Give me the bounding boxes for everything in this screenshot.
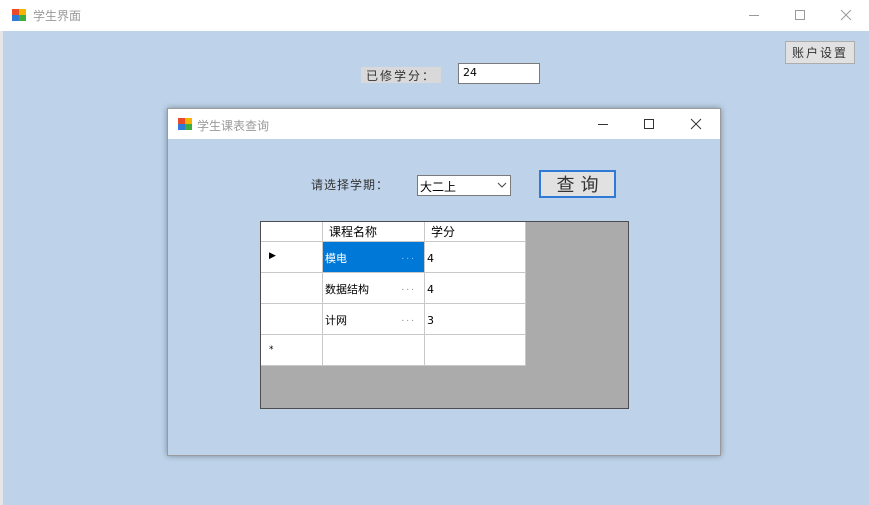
table-cell-credit[interactable]: 3: [425, 304, 526, 335]
course-name: 计网: [325, 314, 347, 327]
row-header[interactable]: *: [261, 335, 323, 366]
dialog-title: 学生课表查询: [197, 119, 270, 133]
dialog-client-area: 请选择学期： 大二上 查询 课程名称 学分 ▶ 模电 ... 4 数据结构 ..…: [168, 139, 720, 455]
course-grid[interactable]: 课程名称 学分 ▶ 模电 ... 4 数据结构 ... 4 计网 ... 3 *: [260, 221, 629, 409]
course-name: 数据结构: [325, 283, 369, 296]
table-cell-credit[interactable]: 4: [425, 273, 526, 304]
grid-corner-header[interactable]: [261, 222, 323, 242]
semester-select[interactable]: 大二上: [417, 175, 511, 196]
minimize-icon: [749, 15, 759, 16]
dialog-close-button[interactable]: [673, 109, 719, 139]
dialog-minimize-button[interactable]: [580, 109, 626, 139]
app-icon: [12, 9, 26, 21]
grid-column-header-name[interactable]: 课程名称: [323, 222, 425, 242]
maximize-icon: [644, 119, 654, 129]
ellipsis-icon: ...: [401, 252, 416, 262]
course-schedule-dialog: 学生课表查询 请选择学期： 大二上 查询 课程名称 学分 ▶ 模电 ... 4 …: [167, 108, 721, 456]
credits-label: 已修学分：: [361, 67, 441, 83]
new-row-marker-icon: *: [269, 345, 274, 355]
close-icon: [690, 118, 702, 130]
table-cell-credit-new[interactable]: [425, 335, 526, 366]
semester-select-value: 大二上: [420, 180, 457, 194]
main-minimize-button[interactable]: [731, 0, 777, 30]
table-cell-credit[interactable]: 4: [425, 242, 526, 273]
dialog-maximize-button[interactable]: [626, 109, 672, 139]
main-title-bar[interactable]: 学生界面: [0, 0, 869, 31]
row-header[interactable]: ▶: [261, 242, 323, 273]
ellipsis-icon: ...: [401, 314, 416, 324]
close-icon: [840, 9, 852, 21]
main-window: 学生界面 账户设置 已修学分： 24 学生课表查询 请选择学期： 大二上 查询 …: [0, 0, 869, 505]
table-cell-course-name[interactable]: 模电 ...: [323, 242, 425, 273]
main-window-title: 学生界面: [33, 9, 82, 23]
maximize-icon: [795, 10, 805, 20]
dialog-title-bar[interactable]: 学生课表查询: [168, 109, 720, 139]
minimize-icon: [598, 124, 608, 125]
credits-field[interactable]: 24: [458, 63, 540, 84]
account-settings-button[interactable]: 账户设置: [785, 41, 855, 64]
table-cell-course-name[interactable]: 计网 ...: [323, 304, 425, 335]
table-cell-course-name-new[interactable]: [323, 335, 425, 366]
course-name: 模电: [325, 252, 347, 265]
row-header[interactable]: [261, 304, 323, 335]
main-close-button[interactable]: [823, 0, 869, 30]
dialog-app-icon: [178, 118, 192, 130]
row-header[interactable]: [261, 273, 323, 304]
table-cell-course-name[interactable]: 数据结构 ...: [323, 273, 425, 304]
current-row-marker-icon: ▶: [269, 251, 276, 261]
query-button[interactable]: 查询: [539, 170, 616, 198]
chevron-down-icon: [497, 182, 507, 188]
semester-label: 请选择学期：: [311, 178, 390, 192]
ellipsis-icon: ...: [401, 283, 416, 293]
grid-column-header-credit[interactable]: 学分: [425, 222, 526, 242]
main-maximize-button[interactable]: [777, 0, 823, 30]
